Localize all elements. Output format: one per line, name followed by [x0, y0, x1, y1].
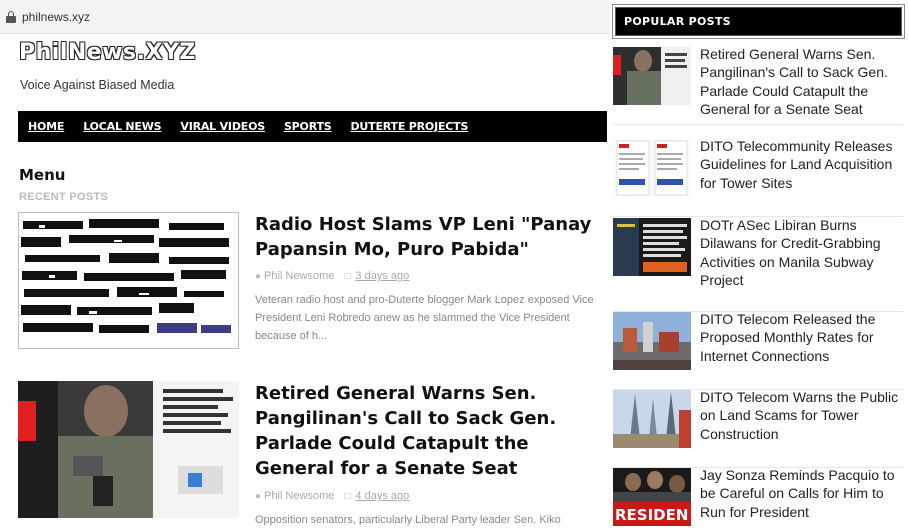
address-bar[interactable]: philnews.xyz [0, 0, 609, 34]
calendar-icon: □ [344, 490, 351, 502]
nav-item-duterte-projects[interactable]: DUTERTE PROJECTS [351, 120, 469, 133]
calendar-icon: □ [344, 270, 351, 282]
post-author[interactable]: Phil Newsome [264, 490, 334, 502]
recent-posts-label: RECENT POSTS [19, 191, 109, 203]
site-title[interactable]: PhilNews.XYZ [19, 40, 196, 65]
thumbnail-text: RESIDEN [615, 506, 688, 524]
nav-item-home[interactable]: HOME [28, 120, 64, 133]
popular-post-item[interactable]: DITO Telecom Warns the Public on Land Sc… [613, 388, 903, 468]
user-icon: ● [255, 490, 262, 502]
post-date[interactable]: 4 days ago [355, 490, 409, 502]
post-date[interactable]: 3 days ago [355, 270, 409, 282]
popular-post-item[interactable]: DITO Telecom Released the Proposed Month… [613, 310, 903, 390]
popular-posts-title: POPULAR POSTS [624, 15, 731, 28]
post-item: Radio Host Slams VP Leni "Panay Papansin… [18, 212, 608, 372]
post-excerpt: Veteran radio host and pro-Duterte blogg… [255, 294, 594, 342]
nav-item-sports[interactable]: SPORTS [284, 120, 332, 133]
url-text[interactable]: philnews.xyz [22, 10, 90, 24]
popular-post-item[interactable]: RESIDEN Jay Sonza Reminds Pacquio to be … [613, 466, 903, 532]
popular-post-thumbnail[interactable] [613, 47, 691, 105]
popular-post-title[interactable]: DITO Telecom Warns the Public on Land Sc… [700, 388, 903, 443]
post-item: Retired General Warns Sen. Pangilinan's … [18, 381, 608, 532]
popular-post-title[interactable]: Retired General Warns Sen. Pangilinan's … [700, 45, 903, 119]
popular-post-thumbnail[interactable] [613, 218, 691, 276]
main-nav: HOME LOCAL NEWS VIRAL VIDEOS SPORTS DUTE… [18, 111, 607, 142]
popular-post-thumbnail[interactable] [613, 139, 691, 197]
lock-icon [6, 10, 16, 23]
popular-post-thumbnail[interactable]: RESIDEN [613, 468, 691, 526]
post-author[interactable]: Phil Newsome [264, 270, 334, 282]
popular-post-title[interactable]: DOTr ASec Libiran Burns Dilawans for Cre… [700, 216, 903, 290]
post-meta: ● Phil Newsome □ 3 days ago [255, 270, 409, 282]
popular-post-item[interactable]: DOTr ASec Libiran Burns Dilawans for Cre… [613, 216, 903, 312]
post-title-link[interactable]: Retired General Warns Sen. Pangilinan's … [255, 381, 610, 481]
post-thumbnail[interactable] [18, 381, 239, 518]
nav-item-local-news[interactable]: LOCAL NEWS [83, 120, 161, 133]
post-excerpt: Opposition senators, particularly Libera… [255, 514, 561, 526]
popular-post-item[interactable]: Retired General Warns Sen. Pangilinan's … [613, 45, 903, 125]
popular-post-title[interactable]: DITO Telecommunity Releases Guidelines f… [700, 137, 903, 192]
menu-heading[interactable]: Menu [19, 166, 65, 184]
nav-item-viral-videos[interactable]: VIRAL VIDEOS [180, 120, 265, 133]
popular-post-thumbnail[interactable] [613, 312, 691, 370]
popular-post-item[interactable]: DITO Telecommunity Releases Guidelines f… [613, 137, 903, 217]
post-thumbnail[interactable] [18, 212, 239, 349]
popular-post-thumbnail[interactable] [613, 390, 691, 448]
popular-post-title[interactable]: Jay Sonza Reminds Pacquio to be Careful … [700, 466, 903, 521]
popular-post-title[interactable]: DITO Telecom Released the Proposed Month… [700, 310, 903, 365]
popular-posts-header: POPULAR POSTS [615, 7, 902, 36]
post-meta: ● Phil Newsome □ 4 days ago [255, 490, 409, 502]
sidebar: POPULAR POSTS Retired General Warns Sen.… [609, 0, 909, 532]
user-icon: ● [255, 270, 262, 282]
site-tagline: Voice Against Biased Media [20, 78, 175, 92]
post-title-link[interactable]: Radio Host Slams VP Leni "Panay Papansin… [255, 212, 610, 262]
